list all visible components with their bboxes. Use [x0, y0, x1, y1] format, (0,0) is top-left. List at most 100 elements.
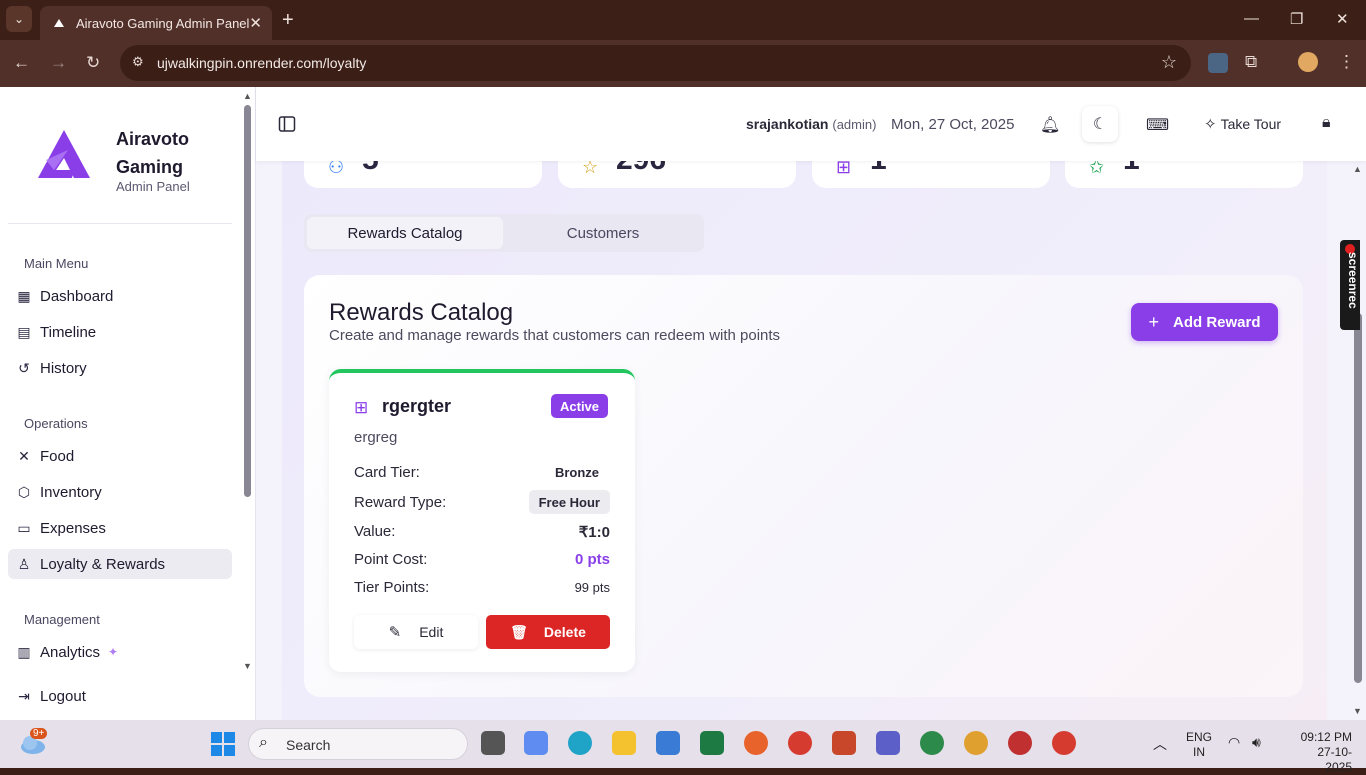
- wifi-icon[interactable]: ◠: [1228, 734, 1240, 751]
- weather-badge: 9+: [30, 728, 48, 739]
- add-reward-button[interactable]: + Add Reward: [1131, 303, 1278, 341]
- tab-close-icon[interactable]: ✕: [249, 14, 262, 32]
- menu-kebab-icon[interactable]: ⋮: [1338, 52, 1355, 72]
- copilot-icon[interactable]: [524, 731, 548, 755]
- dark-mode-toggle[interactable]: ☾: [1082, 106, 1118, 142]
- sidebar-scrollbar[interactable]: ▲ ▼: [243, 91, 252, 673]
- windows-start-icon[interactable]: [211, 732, 235, 756]
- clock-time: 09:12 PM: [1300, 730, 1352, 744]
- back-icon[interactable]: ←: [13, 53, 30, 73]
- reward-type-label: Reward Type:: [354, 494, 447, 511]
- browser-tab[interactable]: Airavoto Gaming Admin Panel ✕: [40, 6, 272, 40]
- screenrec-widget[interactable]: screenrec: [1340, 240, 1360, 330]
- stat-card-active: ✩ 1: [1065, 143, 1303, 188]
- search-label: Search: [286, 737, 331, 753]
- url-text[interactable]: ujwalkingpin.onrender.com/loyalty: [157, 55, 366, 71]
- site-settings-icon[interactable]: ⚙: [132, 54, 150, 72]
- rewards-catalog-panel: Rewards Catalog Create and manage reward…: [304, 275, 1303, 697]
- minimize-icon[interactable]: —: [1244, 10, 1259, 27]
- taskbar-search[interactable]: ⌕ Search: [248, 728, 468, 760]
- sidebar-item-logout[interactable]: ⇥ Logout: [8, 681, 232, 711]
- catalog-title: Rewards Catalog: [329, 299, 514, 326]
- sidebar-item-analytics[interactable]: ▥ Analytics ✦: [8, 637, 232, 667]
- reload-icon[interactable]: ↻: [86, 53, 100, 73]
- bell-icon[interactable]: 🔔︎: [1040, 115, 1060, 135]
- point-cost-value: 0 pts: [574, 551, 610, 568]
- box-icon: ⬡: [17, 483, 31, 500]
- sidebar-item-loyalty-rewards[interactable]: ♙ Loyalty & Rewards: [8, 549, 232, 579]
- receipt-icon: ▭: [17, 519, 31, 536]
- edge-icon[interactable]: [568, 731, 592, 755]
- stat-card-points: ☆ 296: [558, 143, 796, 188]
- store-icon[interactable]: [656, 731, 680, 755]
- tray-chevron-icon[interactable]: ︿: [1153, 734, 1167, 754]
- sidebar-item-timeline[interactable]: ▤ Timeline: [8, 317, 232, 347]
- reward-type-value: Free Hour: [528, 490, 610, 514]
- current-user: srajankotian (admin): [746, 116, 876, 132]
- keyboard-icon[interactable]: ⌨: [1146, 115, 1169, 135]
- scroll-down-icon[interactable]: ▼: [1353, 706, 1362, 716]
- logout-icon: ⇥: [18, 687, 30, 704]
- chrome-active-icon[interactable]: [964, 731, 988, 755]
- clock-date: 27-10-2025: [1317, 745, 1352, 774]
- extension-icon[interactable]: [1208, 53, 1228, 73]
- clock[interactable]: 09:12 PM 27-10-2025: [1292, 730, 1352, 775]
- profile-avatar-icon[interactable]: [1298, 52, 1318, 72]
- scroll-down-icon[interactable]: ▼: [243, 661, 252, 671]
- app-viewport: Airavoto Gaming Admin Panel Main Menu ▦ …: [0, 87, 1366, 720]
- scroll-up-icon[interactable]: ▲: [1353, 164, 1362, 174]
- tab-customers[interactable]: Customers: [505, 217, 701, 249]
- speed-app-icon[interactable]: [1008, 731, 1032, 755]
- delete-button[interactable]: 🗑︎ Delete: [486, 615, 610, 649]
- sidebar-item-label: Analytics: [40, 643, 101, 661]
- sidebar-toggle-icon[interactable]: [278, 115, 296, 133]
- lock-icon[interactable]: 🔒︎: [1322, 114, 1331, 132]
- close-window-icon[interactable]: ✕: [1336, 10, 1349, 28]
- restore-icon[interactable]: ❐: [1290, 10, 1303, 28]
- tier-points-row: Tier Points: 99 pts: [354, 577, 610, 599]
- edit-icon: ✎: [388, 624, 402, 641]
- language-indicator[interactable]: ENG IN: [1186, 730, 1212, 760]
- forward-icon[interactable]: →: [50, 53, 67, 73]
- file-explorer-icon[interactable]: [612, 731, 636, 755]
- lang-line-2: IN: [1193, 745, 1205, 759]
- bookmark-star-icon[interactable]: ☆: [1161, 52, 1177, 73]
- omnibox[interactable]: ⚙ ujwalkingpin.onrender.com/loyalty ☆: [120, 45, 1191, 81]
- favicon-icon: [54, 19, 64, 27]
- sidebar-divider: [8, 223, 232, 224]
- excel-icon[interactable]: [700, 731, 724, 755]
- reward-type-row: Reward Type: Free Hour: [354, 490, 610, 514]
- teams-icon[interactable]: [876, 731, 900, 755]
- puzzle-icon[interactable]: ⧉: [1245, 52, 1257, 72]
- chrome-alt-icon[interactable]: [1052, 731, 1076, 755]
- take-tour-button[interactable]: ✧ Take Tour: [1204, 115, 1281, 133]
- sidebar-item-food[interactable]: ✕ Food: [8, 441, 232, 471]
- value-row: Value: ₹1:0: [354, 521, 610, 543]
- sidebar-item-dashboard[interactable]: ▦ Dashboard: [8, 281, 232, 311]
- page-scroll-thumb[interactable]: [1354, 313, 1362, 683]
- sidebar-item-label: Dashboard: [40, 287, 114, 305]
- stat-card-rewards: ⊞ 1: [812, 143, 1050, 188]
- award-icon: ♙: [17, 555, 31, 572]
- chrome-icon[interactable]: [788, 731, 812, 755]
- powerpoint-icon[interactable]: [832, 731, 856, 755]
- sidebar-item-expenses[interactable]: ▭ Expenses: [8, 513, 232, 543]
- new-tab-icon[interactable]: +: [282, 9, 294, 32]
- moon-icon: ☾: [1092, 116, 1108, 133]
- tab-rewards-catalog[interactable]: Rewards Catalog: [307, 217, 503, 249]
- task-view-icon[interactable]: [481, 731, 505, 755]
- sidebar-scroll-thumb[interactable]: [244, 105, 251, 497]
- sidebar-item-inventory[interactable]: ⬡ Inventory: [8, 477, 232, 507]
- sidebar-item-history[interactable]: ↺ History: [8, 353, 232, 383]
- edit-button[interactable]: ✎ Edit: [354, 615, 478, 649]
- firefox-icon[interactable]: [744, 731, 768, 755]
- trash-icon: 🗑︎: [510, 623, 528, 640]
- value-label: Value:: [354, 523, 396, 540]
- volume-icon[interactable]: 🔊︎: [1252, 734, 1261, 751]
- history-icon: ↺: [18, 359, 30, 376]
- lang-line-1: ENG: [1186, 730, 1213, 744]
- scroll-up-icon[interactable]: ▲: [243, 91, 252, 101]
- tier-points-value: 99 pts: [574, 580, 610, 595]
- chrome-profile-icon[interactable]: [920, 731, 944, 755]
- tab-search-chevron-icon[interactable]: ⌄: [6, 6, 32, 32]
